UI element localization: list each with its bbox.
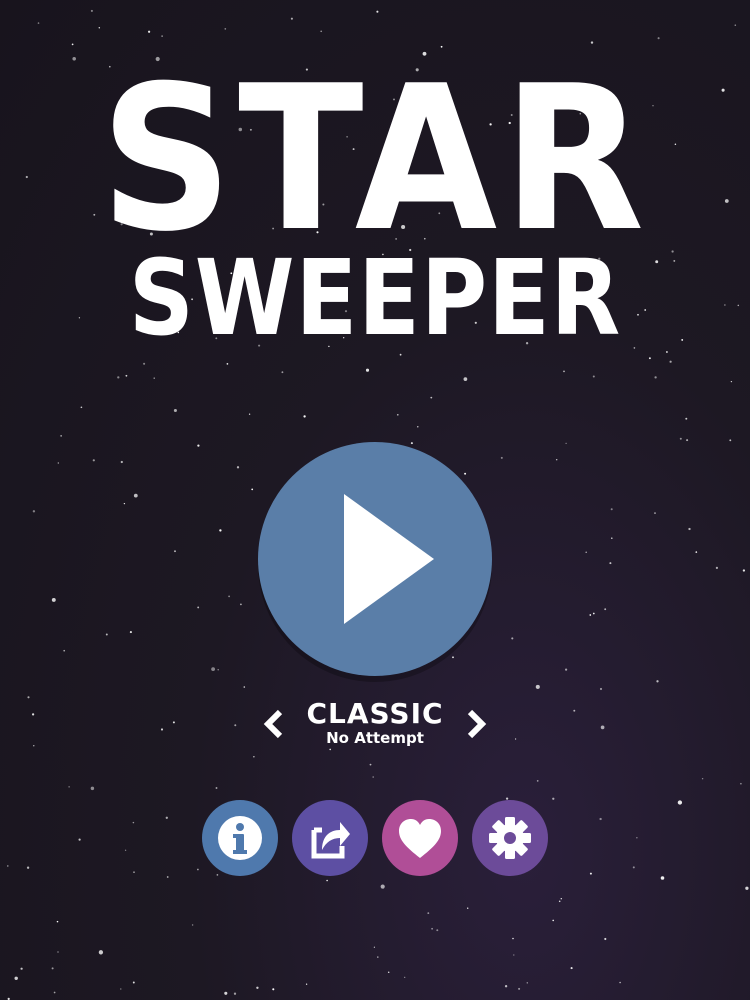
mode-status: No Attempt <box>326 729 424 747</box>
share-icon <box>311 822 350 859</box>
info-icon <box>218 816 262 860</box>
info-button[interactable] <box>202 800 278 876</box>
chevron-right-icon <box>467 709 487 739</box>
game-title-star: STAR <box>100 43 650 276</box>
title-screen: STAR SWEEPER CLASSIC No Attempt <box>0 0 750 1000</box>
settings-button[interactable] <box>472 800 548 876</box>
game-title-sweeper: SWEEPER <box>128 237 622 359</box>
favorite-button[interactable] <box>382 800 458 876</box>
mode-name: CLASSIC <box>306 697 444 730</box>
gear-icon <box>489 817 531 859</box>
heart-icon <box>399 819 441 858</box>
share-button[interactable] <box>292 800 368 876</box>
play-button[interactable] <box>258 442 492 676</box>
mode-selector: CLASSIC No Attempt <box>250 695 500 755</box>
play-icon <box>344 494 434 624</box>
next-mode-button[interactable] <box>464 707 490 741</box>
menu-button-row <box>0 800 750 880</box>
